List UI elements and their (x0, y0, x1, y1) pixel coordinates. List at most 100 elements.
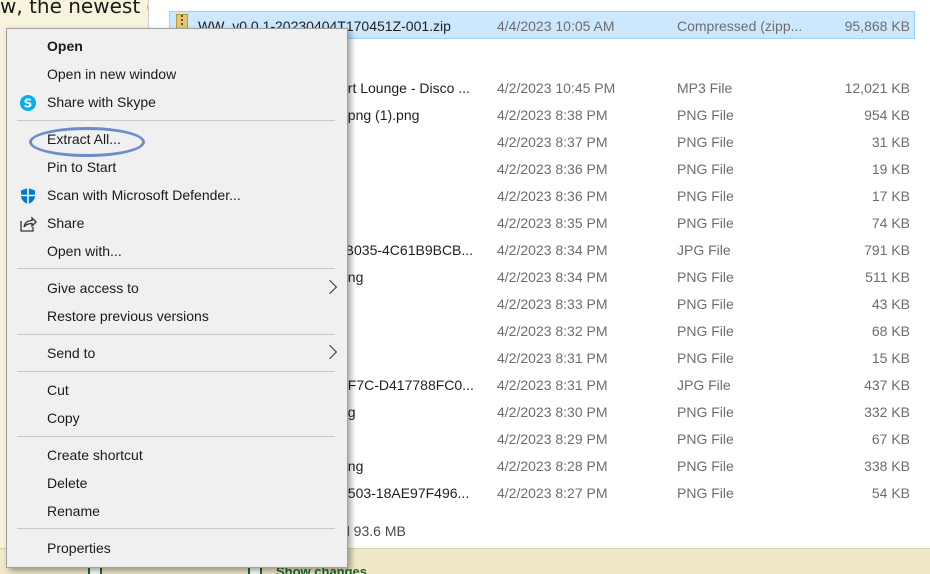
menu-separator (17, 268, 335, 269)
file-type: PNG File (677, 296, 734, 312)
file-type: PNG File (677, 269, 734, 285)
menu-separator (17, 120, 335, 121)
file-size: 332 KB (864, 404, 910, 420)
menu-item-open-with[interactable]: Open with... (7, 238, 347, 265)
file-name: t png (1).png (340, 107, 420, 123)
menu-item-rename-label: Rename (47, 503, 100, 519)
file-date: 4/2/2023 8:35 PM (497, 215, 608, 231)
selected-file-type: Compressed (zipp... (677, 18, 803, 34)
file-size: 17 KB (871, 188, 910, 204)
menu-item-rename[interactable]: Rename (7, 498, 347, 525)
file-date: 4/2/2023 8:38 PM (497, 107, 608, 123)
menu-item-cut-label: Cut (47, 382, 69, 398)
file-name: -B035-4C61B9BCB... (340, 242, 474, 258)
file-date: 4/2/2023 8:31 PM (497, 350, 608, 366)
context-menu: Open Open in new window S Share with Sky… (6, 28, 348, 568)
file-size: 511 KB (865, 269, 910, 285)
file-type: PNG File (677, 107, 734, 123)
file-date: 4/2/2023 8:31 PM (497, 377, 608, 393)
file-type: PNG File (677, 215, 734, 231)
file-name: 8F7C-D417788FC0... (340, 377, 474, 393)
file-size: 437 KB (864, 377, 910, 393)
menu-item-restore-versions[interactable]: Restore previous versions (7, 303, 347, 330)
file-date: 4/2/2023 8:34 PM (497, 269, 608, 285)
menu-item-cut[interactable]: Cut (7, 377, 347, 404)
menu-item-open-new-window-label: Open in new window (47, 66, 177, 82)
menu-item-open[interactable]: Open (7, 33, 347, 60)
menu-separator (17, 528, 335, 529)
file-date: 4/2/2023 8:37 PM (497, 134, 608, 150)
menu-item-open-with-label: Open with... (47, 243, 122, 259)
background-headline: w, the newest ga (0, 0, 172, 18)
share-icon (19, 215, 37, 233)
menu-item-give-access[interactable]: Give access to (7, 275, 347, 302)
menu-item-share-label: Share (47, 215, 85, 231)
file-size: 12,021 KB (844, 80, 910, 96)
file-type: PNG File (677, 161, 734, 177)
file-date: 4/2/2023 8:34 PM (497, 242, 608, 258)
menu-item-scan-defender[interactable]: Scan with Microsoft Defender... (7, 182, 347, 209)
file-type: PNG File (677, 323, 734, 339)
menu-item-pin-start[interactable]: Pin to Start (7, 154, 347, 181)
file-size: 338 KB (864, 458, 910, 474)
menu-item-copy-label: Copy (47, 410, 80, 426)
menu-separator (17, 334, 335, 335)
file-name: ort Lounge - Disco ... (340, 80, 470, 96)
menu-item-delete-label: Delete (47, 475, 88, 491)
selected-file-size: 95,868 KB (844, 18, 910, 34)
menu-separator (17, 371, 335, 372)
file-size: 68 KB (871, 323, 910, 339)
menu-item-share-skype-label: Share with Skype (47, 94, 156, 110)
file-date: 4/2/2023 10:45 PM (497, 80, 616, 96)
chevron-right-icon (322, 279, 338, 295)
menu-item-open-new-window[interactable]: Open in new window (7, 61, 347, 88)
file-date: 4/2/2023 8:29 PM (497, 431, 608, 447)
file-size: 791 KB (864, 242, 910, 258)
menu-item-send-to-label: Send to (47, 345, 96, 361)
file-size: 954 KB (864, 107, 910, 123)
menu-item-scan-defender-label: Scan with Microsoft Defender... (47, 187, 241, 203)
menu-item-copy[interactable]: Copy (7, 405, 347, 432)
menu-item-delete[interactable]: Delete (7, 470, 347, 497)
menu-item-share-skype[interactable]: S Share with Skype (7, 89, 347, 116)
file-name: 8503-18AE97F496... (340, 485, 470, 501)
file-type: PNG File (677, 134, 734, 150)
defender-shield-icon (19, 187, 37, 205)
file-date: 4/2/2023 8:36 PM (497, 161, 608, 177)
menu-item-create-shortcut-label: Create shortcut (47, 447, 143, 463)
file-size: 67 KB (871, 431, 910, 447)
file-type: PNG File (677, 350, 734, 366)
file-date: 4/2/2023 8:28 PM (497, 458, 608, 474)
annotation-ellipse (29, 127, 145, 157)
menu-item-open-label: Open (47, 38, 83, 54)
file-size: 54 KB (871, 485, 910, 501)
file-type: PNG File (677, 431, 734, 447)
file-size: 74 KB (871, 215, 910, 231)
file-date: 4/2/2023 8:32 PM (497, 323, 608, 339)
file-type: PNG File (677, 485, 734, 501)
chevron-right-icon (322, 344, 338, 360)
menu-item-create-shortcut[interactable]: Create shortcut (7, 442, 347, 469)
menu-separator (17, 436, 335, 437)
menu-item-properties[interactable]: Properties (7, 535, 347, 562)
skype-icon: S (19, 94, 37, 112)
menu-item-pin-start-label: Pin to Start (47, 159, 117, 175)
file-type: JPG File (677, 377, 731, 393)
menu-item-share[interactable]: Share (7, 210, 347, 237)
status-selected-size: d 93.6 MB (342, 523, 406, 539)
file-type: JPG File (677, 242, 731, 258)
file-type: PNG File (677, 404, 734, 420)
file-size: 15 KB (871, 350, 910, 366)
file-size: 19 KB (871, 161, 910, 177)
selected-file-date: 4/4/2023 10:05 AM (497, 18, 615, 34)
file-date: 4/2/2023 8:27 PM (497, 485, 608, 501)
file-size: 31 KB (871, 134, 910, 150)
svg-text:S: S (24, 97, 33, 111)
file-type: PNG File (677, 458, 734, 474)
file-size: 43 KB (871, 296, 910, 312)
file-date: 4/2/2023 8:36 PM (497, 188, 608, 204)
file-type: MP3 File (677, 80, 733, 96)
menu-item-send-to[interactable]: Send to (7, 340, 347, 367)
menu-item-properties-label: Properties (47, 540, 111, 556)
menu-item-restore-versions-label: Restore previous versions (47, 308, 209, 324)
